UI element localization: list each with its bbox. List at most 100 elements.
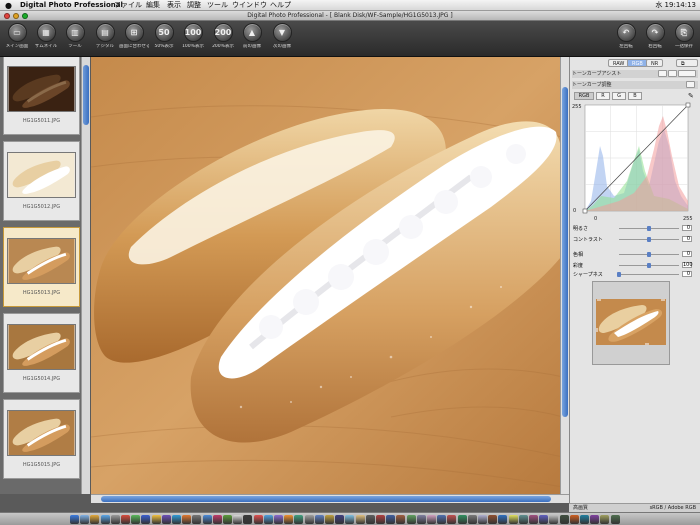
apple-menu-icon[interactable]: ● [5,0,12,11]
dock-app-icon[interactable] [610,515,620,524]
dock-app-icon[interactable] [335,515,345,524]
dock-app-icon[interactable] [172,515,181,524]
slider-value[interactable]: 100 [682,262,693,268]
reset-curve-icon[interactable] [686,81,695,88]
slider-knob[interactable] [617,272,621,277]
dock-app-icon[interactable] [447,515,457,524]
app-name-menu[interactable]: Digital Photo Professional [20,0,123,11]
tool-palette-button[interactable]: ▥ ツール [60,23,90,49]
thumbnail-item[interactable]: HG1G5013.JPG [3,227,80,307]
dock-app-icon[interactable] [90,515,100,524]
slider-track[interactable] [619,274,679,275]
close-window-button[interactable] [4,13,10,19]
slider-value[interactable]: 0 [682,271,692,277]
dock-app-icon[interactable] [151,515,161,524]
slider-knob[interactable] [647,237,651,242]
dock-app-icon[interactable] [529,515,538,524]
dock-app-icon[interactable] [406,515,416,524]
image-vertical-scrollbar[interactable] [560,57,569,494]
slider-value[interactable]: 0 [682,236,692,242]
dock-app-icon[interactable] [100,515,110,524]
image-horizontal-scroll-knob[interactable] [101,496,551,502]
dock-app-icon[interactable] [590,515,600,524]
dock-app-icon[interactable] [182,515,192,524]
dock-app-icon[interactable] [498,515,508,524]
rotate-right-button[interactable]: ↷ 右回転 [640,23,670,49]
channel-tab-b[interactable]: B [628,92,642,100]
curve-point-white[interactable] [685,102,691,108]
thumbnail-scroll-knob[interactable] [83,65,89,125]
dock-app-icon[interactable] [508,515,518,524]
dock-app-icon[interactable] [253,515,263,524]
dock-app-icon[interactable] [192,515,202,524]
slider-value[interactable]: 0 [682,251,692,257]
dock-app-icon[interactable] [467,515,477,524]
dock-app-icon[interactable] [345,515,355,524]
slider-knob[interactable] [647,252,651,257]
menu-adjust[interactable]: 調整 [187,0,201,11]
dock-app-icon[interactable] [80,515,90,524]
thumbnail-item[interactable]: HG1G5015.JPG [3,399,80,479]
dock-app-icon[interactable] [355,515,365,524]
digital-button[interactable]: ▤ デジタル [90,23,120,49]
dock-app-icon[interactable] [243,515,253,524]
dock-app-icon[interactable] [488,515,498,524]
eyedropper-icon[interactable]: ✎ [688,92,694,100]
dock-app-icon[interactable] [314,515,324,524]
image-vertical-scroll-knob[interactable] [562,87,568,417]
dock-app-icon[interactable] [365,515,375,524]
dock-app-icon[interactable] [569,515,579,524]
batch-save-button[interactable]: ⎘ 一括保存 [669,23,699,49]
menu-help[interactable]: ヘルプ [270,0,291,11]
next-image-button[interactable]: ▼ 次の画像 [267,23,297,49]
dock-app-icon[interactable] [396,515,406,524]
dock-app-icon[interactable] [478,515,487,524]
dock-app-icon[interactable] [437,515,447,524]
dock-app-icon[interactable] [141,515,151,524]
dock-app-icon[interactable] [416,515,426,524]
zoom-100-button[interactable]: 100 100%表示 [178,23,208,49]
assist-level-button[interactable] [678,70,696,77]
previous-image-button[interactable]: ▲ 前の画像 [237,23,267,49]
main-image-view[interactable] [91,57,563,494]
dock-app-icon[interactable] [539,515,549,524]
dock-app-icon[interactable] [70,515,79,524]
thumbnail-item[interactable]: HG1G5011.JPG [3,57,80,135]
channel-tab-g[interactable]: G [612,92,626,100]
dock-app-icon[interactable] [121,515,130,524]
auto-adjust-button[interactable] [658,70,667,77]
dock-app-icon[interactable] [233,515,243,524]
tab-nr[interactable]: NR [646,59,664,67]
dock-app-icon[interactable] [580,515,589,524]
slider-value[interactable]: 0 [682,225,692,231]
dock-app-icon[interactable] [274,515,283,524]
zoom-window-button[interactable] [22,13,28,19]
slider-knob[interactable] [647,263,651,268]
dock-app-icon[interactable] [457,515,467,524]
menu-view[interactable]: 表示 [167,0,181,11]
dock-app-icon[interactable] [376,515,385,524]
thumbnail-item[interactable]: HG1G5012.JPG [3,141,80,221]
menu-window[interactable]: ウインドウ [232,0,267,11]
channel-tab-rgb[interactable]: RGB [574,92,594,100]
assist-reset-button[interactable] [668,70,677,77]
dock-app-icon[interactable] [518,515,528,524]
main-window-button[interactable]: ▭ メイン画面 [2,23,32,49]
menu-file[interactable]: ファイル [114,0,142,11]
slider-knob[interactable] [647,226,651,231]
dock-app-icon[interactable] [263,515,273,524]
menu-edit[interactable]: 編集 [146,0,160,11]
tone-curve-histogram[interactable]: 255 0 0 255 [569,101,700,223]
dock-app-icon[interactable] [559,515,569,524]
minimize-window-button[interactable] [13,13,19,19]
channel-tab-r[interactable]: R [596,92,610,100]
dock-app-icon[interactable] [131,515,141,524]
dock-app-icon[interactable] [549,515,559,524]
tab-rgb[interactable]: RGB [627,59,648,67]
fit-screen-button[interactable]: ⊞ 画面に合わせる [119,23,149,49]
navigator-preview[interactable] [592,281,670,365]
dock-app-icon[interactable] [212,515,222,524]
dock-app-icon[interactable] [304,515,314,524]
thumbnail-button[interactable]: ▦ サムネイル [31,23,61,49]
rotate-left-button[interactable]: ↶ 左回転 [611,23,641,49]
